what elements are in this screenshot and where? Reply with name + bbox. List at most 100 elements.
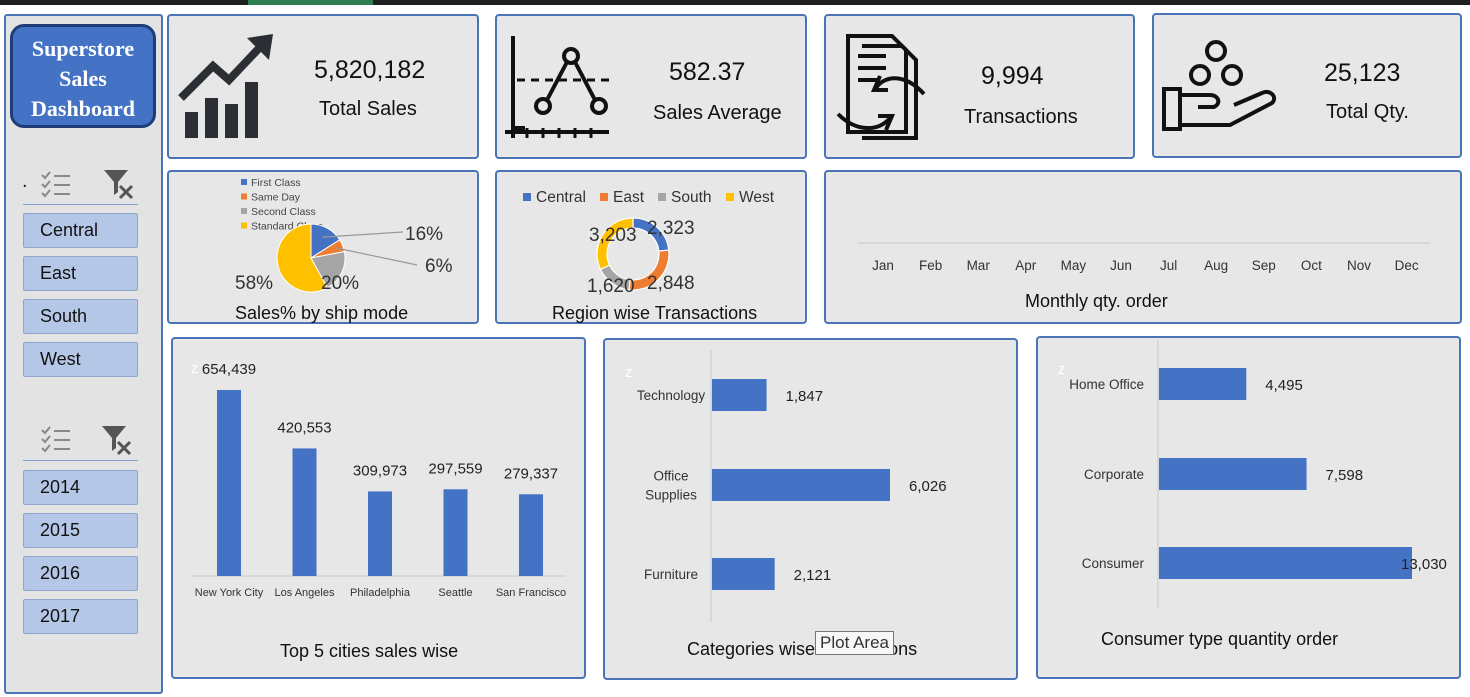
tick-label: May — [1061, 258, 1087, 273]
tick-label: Sep — [1252, 258, 1276, 273]
legend-swatch — [726, 193, 734, 201]
tick-label: Office — [653, 469, 688, 484]
tick-label: Furniture — [644, 567, 698, 582]
legend-entry: Second Class — [251, 206, 316, 218]
bar — [368, 491, 392, 576]
bar — [712, 469, 890, 501]
tick-label: Philadelphia — [350, 587, 411, 599]
legend-swatch — [241, 208, 247, 214]
axis-marker: z — [625, 364, 633, 381]
transaction-document-icon — [836, 34, 926, 140]
data-label: 1,847 — [786, 388, 824, 405]
legend-entry: East — [613, 189, 645, 206]
bar — [1159, 368, 1247, 400]
plot-area-tooltip: Plot Area — [815, 631, 894, 655]
consumer-bar-chart[interactable]: z 4,495 Home Office 7,598 Corporate 13,030 Con… — [1038, 338, 1459, 623]
bar — [292, 448, 317, 576]
data-label: 13,030 — [1401, 556, 1447, 573]
region-slicer-south[interactable]: South — [23, 299, 138, 334]
clear-filter-icon[interactable] — [100, 424, 134, 456]
data-label: 3,203 — [589, 225, 637, 246]
tick-label: Home Office — [1069, 377, 1144, 392]
slicer-divider — [23, 204, 138, 205]
data-label: 4,495 — [1265, 377, 1303, 394]
multi-select-icon[interactable] — [40, 170, 72, 198]
tick-label: Oct — [1301, 258, 1322, 273]
tick-label: Mar — [967, 258, 991, 273]
data-label: 7,598 — [1326, 467, 1364, 484]
kpi-transactions-card: 9,994 Transactions — [824, 14, 1135, 159]
bar — [1159, 547, 1412, 579]
data-label: 279,337 — [504, 465, 558, 482]
legend-entry: Central — [536, 189, 586, 206]
legend-entry: Same Day — [251, 192, 301, 204]
title-line-3: Dashboard — [31, 96, 135, 121]
year-slicer-2017[interactable]: 2017 — [23, 599, 138, 634]
tick-label: Consumer — [1082, 556, 1145, 571]
tick-label: Seattle — [438, 587, 472, 599]
consumer-chart-title: Consumer type quantity order — [1101, 629, 1339, 649]
legend-entry: South — [671, 189, 712, 206]
legend-swatch — [658, 193, 666, 201]
slicer-dot: . — [22, 170, 28, 192]
ship-mode-pie-chart[interactable]: First ClassSame DaySecond ClassStandard … — [169, 172, 477, 322]
data-label: 6,026 — [909, 478, 947, 495]
transactions-value: 9,994 — [981, 62, 1044, 90]
legend-swatch — [600, 193, 608, 201]
region-chart-panel: Central East South West 2,323 2,848 1,620 3,203… — [495, 170, 807, 324]
sales-average-label: Sales Average — [653, 102, 782, 124]
data-label: 2,121 — [794, 567, 832, 584]
data-label: 6% — [425, 256, 453, 277]
growth-chart-icon — [178, 34, 273, 138]
legend-swatch — [241, 193, 247, 200]
bar — [712, 558, 775, 590]
ship-mode-chart-title: Sales% by ship mode — [235, 303, 409, 323]
region-slicer-east[interactable]: East — [23, 256, 138, 291]
bar — [443, 489, 468, 576]
bar — [712, 379, 767, 411]
tick-label: Dec — [1395, 258, 1419, 273]
data-label: 20% — [321, 273, 359, 294]
bar — [217, 390, 241, 576]
multi-select-icon[interactable] — [40, 425, 72, 453]
average-chart-icon — [505, 36, 611, 138]
data-label: 1,620 — [587, 276, 635, 297]
legend-swatch — [523, 193, 531, 201]
legend-swatch — [241, 222, 247, 229]
year-slicer-2014[interactable]: 2014 — [23, 470, 138, 505]
region-slicer-west[interactable]: West — [23, 342, 138, 377]
leader-line — [336, 247, 418, 266]
tick-label: Corporate — [1084, 467, 1144, 482]
transactions-label: Transactions — [964, 106, 1078, 128]
data-label: 654,439 — [202, 361, 256, 378]
data-label: 420,553 — [277, 419, 331, 436]
title-line-1: Superstore — [31, 36, 135, 61]
tick-label: Jan — [872, 258, 894, 273]
monthly-chart-panel: 1,504Jan1,351Feb2,060Mar1,761Apr2,057May… — [824, 170, 1462, 324]
categories-bar-chart[interactable]: z 1,847 Technology 6,026 Office Supplies 2,121… — [605, 340, 1016, 630]
tick-label: Feb — [919, 258, 942, 273]
data-label: 309,973 — [353, 462, 407, 479]
monthly-line-chart[interactable]: 1,504Jan1,351Feb2,060Mar1,761Apr2,057May… — [826, 172, 1460, 292]
region-donut-chart[interactable]: Central East South West 2,323 2,848 1,620 3,203 — [497, 172, 805, 322]
data-label: 2,323 — [647, 218, 695, 239]
year-slicer-2015[interactable]: 2015 — [23, 513, 138, 548]
data-label: 58% — [235, 273, 273, 294]
cities-chart-panel: z 654,439 New York City 420,553 Los Angeles 3… — [171, 337, 586, 679]
year-slicer-2016[interactable]: 2016 — [23, 556, 138, 591]
slicer-divider — [23, 460, 138, 461]
axis-marker: z — [191, 360, 199, 377]
kpi-total-sales-card: 5,820,182 Total Sales — [167, 14, 479, 159]
tick-label: Technology — [637, 388, 706, 403]
total-sales-label: Total Sales — [319, 98, 417, 120]
tick-label: Los Angeles — [275, 587, 335, 599]
tick-label: Jun — [1110, 258, 1132, 273]
cities-bar-chart[interactable]: z 654,439 New York City 420,553 Los Angeles 3… — [173, 339, 584, 619]
tick-label: Apr — [1015, 258, 1037, 273]
consumer-chart-panel: z 4,495 Home Office 7,598 Corporate 13,030 Con… — [1036, 336, 1461, 679]
cities-chart-title: Top 5 cities sales wise — [280, 641, 459, 661]
kpi-total-qty-card: 25,123 Total Qty. — [1152, 13, 1462, 158]
data-label: 2,848 — [647, 273, 695, 294]
clear-filter-icon[interactable] — [102, 168, 136, 200]
region-slicer-central[interactable]: Central — [23, 213, 138, 248]
